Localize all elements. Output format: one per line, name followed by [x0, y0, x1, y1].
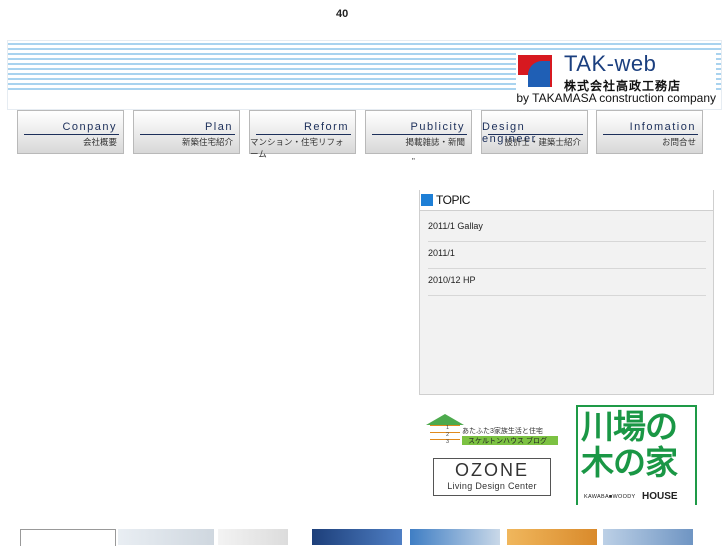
nav-reform-button[interactable]: Reform マンション・住宅リフォーム	[249, 110, 356, 159]
kawaba-title-line2: 木の家	[581, 444, 678, 481]
thumbnail-image[interactable]	[118, 529, 214, 545]
thumbnail-image[interactable]	[603, 529, 693, 545]
thumbnail-image[interactable]	[20, 529, 116, 546]
thumbnail-image[interactable]	[507, 529, 597, 545]
house-floors-icon: 1 2 3	[430, 425, 460, 445]
kawaba-footer: KAWABA■WOODY HOUSE	[578, 491, 695, 505]
nav-sublabel: マンション・住宅リフォーム	[250, 137, 344, 159]
nav-sublabel: 会社概要	[82, 137, 117, 147]
nav-label: Plan	[204, 121, 233, 133]
topic-list: 2011/1 Gallay 2011/1 2010/12 HP	[420, 210, 713, 393]
nav-plan-button[interactable]: Plan 新築住宅紹介	[133, 110, 240, 154]
topic-panel: TOPIC 2011/1 Gallay 2011/1 2010/12 HP	[419, 190, 714, 395]
kawaba-en-label: KAWABA■WOODY	[584, 494, 636, 500]
site-logo[interactable]: TAK-web 株式会社高政工務店 by TAKAMASA constructi…	[516, 51, 716, 107]
skeleton-house-blog-banner[interactable]: 1 2 3 あたふた3家族生活と住宅 スケルトンハウス ブログ	[426, 414, 562, 450]
nav-sublabel: 新築住宅紹介	[181, 137, 233, 147]
nav-label: Conpany	[62, 121, 117, 133]
topic-header: TOPIC	[420, 190, 713, 210]
floor-number: 1	[446, 425, 450, 431]
house-roof-icon	[426, 414, 464, 425]
kawaba-title-line1: 川場の	[581, 408, 678, 445]
ozone-subtitle: Living Design Center	[447, 481, 537, 491]
logo-mark-icon	[518, 55, 552, 87]
page-counter: 40	[336, 8, 349, 20]
logo-title: TAK-web	[564, 51, 657, 76]
kawaba-woody-house-banner[interactable]: 川場の 木の家 KAWABA■WOODY HOUSE	[576, 405, 697, 505]
nav-publicity-button[interactable]: Publicity 掲載雑誌・新聞	[365, 110, 472, 154]
topic-square-icon	[421, 194, 433, 206]
main-nav: Conpany 会社概要 Plan 新築住宅紹介 Reform マンション・住宅…	[17, 110, 707, 159]
nav-label: Publicity	[410, 121, 465, 133]
nav-sublabel: 掲載雑誌・新聞	[405, 137, 465, 147]
kawaba-house-label: HOUSE	[642, 491, 678, 502]
topic-title: TOPIC	[436, 193, 470, 207]
floor-number: 3	[446, 439, 450, 445]
nav-design-engineer-button[interactable]: Design engineer 設計士・建築士紹介	[481, 110, 588, 154]
thumbnail-image[interactable]	[312, 529, 402, 545]
ozone-title: OZONE	[454, 460, 529, 480]
ozone-banner[interactable]: OZONE Living Design Center	[433, 458, 551, 496]
topic-item[interactable]: 2011/1	[428, 242, 706, 269]
banner-text: あたふた3家族生活と住宅	[462, 428, 543, 435]
banner-text: スケルトンハウス ブログ	[468, 438, 547, 445]
topic-item[interactable]: 2011/1 Gallay	[428, 215, 706, 242]
floor-number: 2	[446, 432, 450, 438]
thumbnail-image[interactable]	[410, 529, 500, 545]
thumbnail-image[interactable]	[218, 529, 288, 545]
topic-item[interactable]: 2010/12 HP	[428, 269, 706, 296]
nav-label: Reform	[303, 121, 349, 133]
stray-mark: "	[412, 157, 415, 166]
nav-company-button[interactable]: Conpany 会社概要	[17, 110, 124, 154]
nav-label: Infomation	[629, 121, 696, 133]
site-header: TAK-web 株式会社高政工務店 by TAKAMASA constructi…	[7, 40, 722, 110]
nav-sublabel: 設計士・建築士紹介	[504, 137, 581, 147]
logo-byline: by TAKAMASA construction company	[516, 91, 716, 105]
nav-sublabel: お問合せ	[661, 137, 696, 147]
nav-information-button[interactable]: Infomation お問合せ	[596, 110, 703, 154]
